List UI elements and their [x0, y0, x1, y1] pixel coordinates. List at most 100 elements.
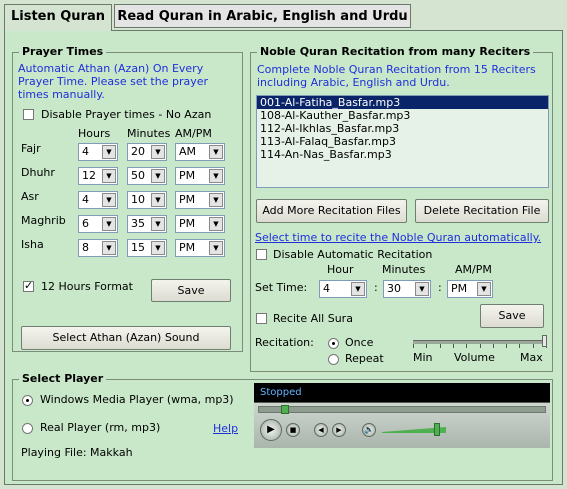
asr-minute-select[interactable]: 10 ▼	[127, 191, 167, 209]
volume-tick	[413, 344, 414, 348]
prayer-name-asr: Asr	[21, 190, 39, 203]
media-player: Stopped ▶ ■ ◀ ▶ 🔈	[254, 383, 550, 448]
volume-max-label: Max	[520, 351, 543, 364]
volume-tick	[426, 344, 428, 348]
prayer-desc-line2: Prayer Time. Please set the prayer	[18, 75, 209, 88]
seek-bar[interactable]	[258, 405, 546, 414]
volume-tick	[439, 344, 441, 348]
next-icon[interactable]: ▶	[332, 423, 346, 437]
delete-recitation-file-button[interactable]: Delete Recitation File	[415, 199, 549, 223]
recite-all-sura-checkbox[interactable]	[256, 313, 267, 324]
select-player-group: Select Player Windows Media Player (wma,…	[12, 372, 553, 481]
fajr-ampm-select[interactable]: AM ▼	[175, 143, 225, 161]
once-radio[interactable]	[328, 338, 339, 349]
prayer-name-dhuhr: Dhuhr	[21, 166, 55, 179]
asr-hour-select[interactable]: 4 ▼	[78, 191, 118, 209]
chevron-down-icon: ▼	[209, 193, 223, 207]
set-time-label: Set Time:	[255, 281, 308, 294]
disable-auto-recitation-label: Disable Automatic Recitation	[273, 248, 433, 261]
dhuhr-hour-select[interactable]: 12 ▼	[78, 167, 118, 185]
select-athan-sound-button[interactable]: Select Athan (Azan) Sound	[21, 326, 231, 350]
prayer-times-group: Prayer Times Automatic Athan (Azan) On E…	[12, 45, 243, 352]
disable-prayer-checkbox[interactable]	[23, 109, 34, 120]
rec-col-minutes-label: Minutes	[382, 263, 426, 276]
prayer-name-maghrib: Maghrib	[21, 214, 66, 227]
prayer-save-button[interactable]: Save	[151, 279, 231, 302]
wmp-label: Windows Media Player (wma, mp3)	[40, 393, 234, 406]
list-item[interactable]: 113-Al-Falaq_Basfar.mp3	[257, 135, 548, 148]
maghrib-ampm-select[interactable]: PM ▼	[175, 215, 225, 233]
tab-listen-quran[interactable]: Listen Quran	[4, 4, 112, 31]
player-volume-thumb[interactable]	[434, 423, 441, 436]
volume-slider[interactable]	[411, 335, 549, 349]
recitation-title: Noble Quran Recitation from many Reciter…	[257, 45, 534, 58]
prayer-desc-line3: times manually.	[18, 88, 105, 101]
chevron-down-icon: ▼	[477, 282, 491, 296]
volume-tick	[492, 344, 494, 348]
12-hours-format-checkbox[interactable]	[23, 279, 34, 292]
chevron-down-icon: ▼	[151, 169, 165, 183]
chevron-down-icon: ▼	[209, 241, 223, 255]
disable-auto-recitation-checkbox[interactable]	[256, 249, 267, 260]
repeat-radio[interactable]	[328, 354, 339, 365]
volume-min-label: Min	[413, 351, 433, 364]
volume-slider-thumb[interactable]	[542, 335, 547, 347]
playing-file-label: Playing File: Makkah	[21, 446, 133, 459]
maghrib-minute-select[interactable]: 35 ▼	[127, 215, 167, 233]
chevron-down-icon: ▼	[209, 217, 223, 231]
previous-icon[interactable]: ◀	[314, 423, 328, 437]
asr-ampm-select[interactable]: PM ▼	[175, 191, 225, 209]
player-volume-slider[interactable]	[382, 423, 446, 436]
recitation-minute-select[interactable]: 30 ▼	[383, 280, 431, 298]
chevron-down-icon: ▼	[151, 217, 165, 231]
list-item[interactable]: 001-Al-Fatiha_Basfar.mp3	[257, 96, 548, 109]
help-link[interactable]: Help	[213, 422, 238, 435]
real-player-radio[interactable]	[22, 423, 33, 434]
disable-prayer-label: Disable Prayer times - No Azan	[41, 108, 212, 121]
chevron-down-icon: ▼	[151, 193, 165, 207]
mute-speaker-icon[interactable]: 🔈	[362, 423, 376, 437]
recitation-desc-line1: Complete Noble Quran Recitation from 15 …	[257, 63, 536, 76]
repeat-label: Repeat	[345, 352, 384, 365]
schedule-link[interactable]: Select time to recite the Noble Quran au…	[255, 231, 541, 244]
fajr-hour-select[interactable]: 4 ▼	[78, 143, 118, 161]
player-status: Stopped	[254, 383, 550, 402]
prayer-name-isha: Isha	[21, 238, 44, 251]
chevron-down-icon: ▼	[102, 145, 116, 159]
12-hours-format-label: 12 Hours Format	[41, 280, 133, 293]
list-item[interactable]: 114-An-Nas_Basfar.mp3	[257, 148, 548, 161]
recitation-ampm-select[interactable]: PM ▼	[447, 280, 493, 298]
recitation-hour-select[interactable]: 4 ▼	[319, 280, 367, 298]
list-item[interactable]: 112-Al-Ikhlas_Basfar.mp3	[257, 122, 548, 135]
col-minutes-label: Minutes	[127, 127, 171, 140]
stop-icon[interactable]: ■	[286, 423, 300, 437]
prayer-times-title: Prayer Times	[19, 45, 107, 58]
seek-bar-thumb[interactable]	[281, 405, 290, 414]
chevron-down-icon: ▼	[209, 145, 223, 159]
isha-ampm-select[interactable]: PM ▼	[175, 239, 225, 257]
isha-minute-select[interactable]: 15 ▼	[127, 239, 167, 257]
wmp-radio[interactable]	[22, 395, 33, 406]
play-icon[interactable]: ▶	[260, 419, 282, 441]
chevron-down-icon: ▼	[102, 169, 116, 183]
fajr-minute-select[interactable]: 20 ▼	[127, 143, 167, 161]
add-recitation-files-button[interactable]: Add More Recitation Files	[256, 199, 407, 223]
maghrib-hour-select[interactable]: 6 ▼	[78, 215, 118, 233]
chevron-down-icon: ▼	[209, 169, 223, 183]
tab-read-quran[interactable]: Read Quran in Arabic, English and Urdu	[114, 4, 411, 28]
select-player-title: Select Player	[19, 372, 107, 385]
chevron-down-icon: ▼	[102, 217, 116, 231]
recitation-save-button[interactable]: Save	[480, 304, 544, 328]
recitation-file-list[interactable]: 001-Al-Fatiha_Basfar.mp3 108-Al-Kauther_…	[256, 95, 549, 188]
chevron-down-icon: ▼	[102, 193, 116, 207]
volume-tick	[479, 344, 481, 348]
isha-hour-select[interactable]: 8 ▼	[78, 239, 118, 257]
dhuhr-ampm-select[interactable]: PM ▼	[175, 167, 225, 185]
rec-col-hour-label: Hour	[327, 263, 354, 276]
time-separator-2: :	[438, 281, 442, 294]
dhuhr-minute-select[interactable]: 50 ▼	[127, 167, 167, 185]
recite-all-sura-label: Recite All Sura	[273, 312, 353, 325]
list-item[interactable]: 108-Al-Kauther_Basfar.mp3	[257, 109, 548, 122]
chevron-down-icon: ▼	[151, 145, 165, 159]
real-player-label: Real Player (rm, mp3)	[40, 421, 161, 434]
